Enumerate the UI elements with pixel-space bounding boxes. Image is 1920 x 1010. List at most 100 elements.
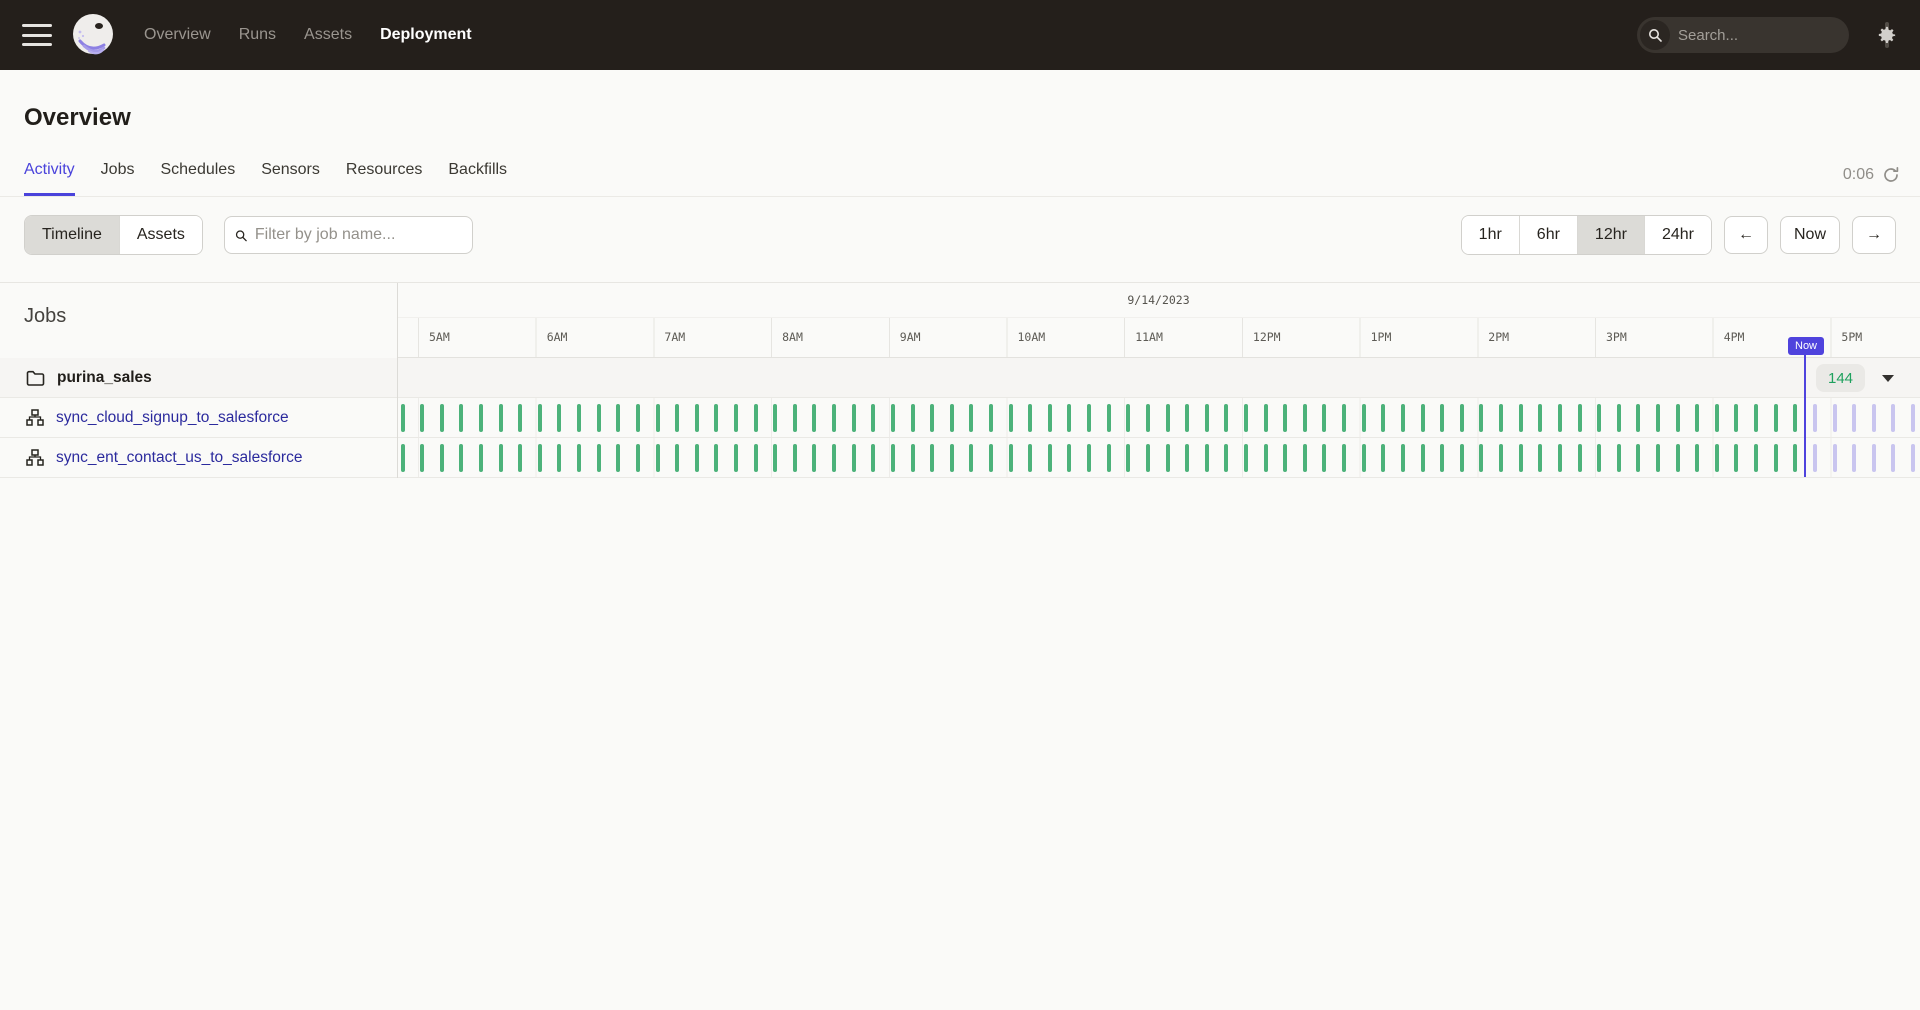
run-tick-success[interactable] bbox=[793, 404, 797, 432]
dagster-logo-icon[interactable] bbox=[70, 12, 116, 58]
run-tick-success[interactable] bbox=[1342, 404, 1346, 432]
run-tick-success[interactable] bbox=[714, 444, 718, 472]
run-tick-scheduled[interactable] bbox=[1911, 404, 1915, 432]
run-tick-success[interactable] bbox=[636, 444, 640, 472]
run-tick-success[interactable] bbox=[675, 404, 679, 432]
refresh-icon[interactable] bbox=[1882, 166, 1900, 184]
run-tick-success[interactable] bbox=[1676, 404, 1680, 432]
job-group-row[interactable]: purina_sales 144 bbox=[0, 358, 1920, 398]
run-tick-success[interactable] bbox=[1126, 444, 1130, 472]
run-tick-success[interactable] bbox=[1538, 444, 1542, 472]
run-tick-success[interactable] bbox=[1205, 404, 1209, 432]
run-tick-scheduled[interactable] bbox=[1852, 404, 1856, 432]
run-tick-success[interactable] bbox=[1774, 444, 1778, 472]
tab-activity[interactable]: Activity bbox=[24, 161, 75, 196]
run-tick-success[interactable] bbox=[989, 404, 993, 432]
run-tick-success[interactable] bbox=[1754, 404, 1758, 432]
run-tick-success[interactable] bbox=[1597, 404, 1601, 432]
run-tick-success[interactable] bbox=[1656, 444, 1660, 472]
run-tick-success[interactable] bbox=[577, 404, 581, 432]
run-tick-scheduled[interactable] bbox=[1891, 444, 1895, 472]
run-tick-success[interactable] bbox=[1421, 444, 1425, 472]
run-tick-success[interactable] bbox=[989, 444, 993, 472]
run-tick-success[interactable] bbox=[969, 404, 973, 432]
range-24hr-button[interactable]: 24hr bbox=[1644, 216, 1711, 254]
run-tick-success[interactable] bbox=[1695, 404, 1699, 432]
run-tick-success[interactable] bbox=[950, 444, 954, 472]
run-tick-success[interactable] bbox=[1460, 404, 1464, 432]
run-tick-success[interactable] bbox=[812, 444, 816, 472]
run-tick-success[interactable] bbox=[1303, 444, 1307, 472]
run-tick-success[interactable] bbox=[1107, 404, 1111, 432]
run-tick-success[interactable] bbox=[1048, 444, 1052, 472]
run-tick-success[interactable] bbox=[1597, 444, 1601, 472]
run-tick-success[interactable] bbox=[479, 444, 483, 472]
range-1hr-button[interactable]: 1hr bbox=[1462, 216, 1519, 254]
run-tick-success[interactable] bbox=[1558, 404, 1562, 432]
run-tick-success[interactable] bbox=[420, 444, 424, 472]
assets-view-button[interactable]: Assets bbox=[119, 216, 202, 254]
run-tick-success[interactable] bbox=[1440, 404, 1444, 432]
run-tick-success[interactable] bbox=[1636, 404, 1640, 432]
tab-schedules[interactable]: Schedules bbox=[160, 161, 235, 196]
gear-icon[interactable] bbox=[1875, 24, 1898, 47]
run-tick-success[interactable] bbox=[675, 444, 679, 472]
tab-resources[interactable]: Resources bbox=[346, 161, 422, 196]
run-tick-success[interactable] bbox=[695, 404, 699, 432]
run-tick-success[interactable] bbox=[1617, 444, 1621, 472]
run-tick-success[interactable] bbox=[1185, 404, 1189, 432]
run-tick-success[interactable] bbox=[1460, 444, 1464, 472]
run-tick-success[interactable] bbox=[1538, 404, 1542, 432]
run-tick-success[interactable] bbox=[1578, 404, 1582, 432]
run-tick-success[interactable] bbox=[950, 404, 954, 432]
run-tick-success[interactable] bbox=[1322, 404, 1326, 432]
job-link[interactable]: sync_cloud_signup_to_salesforce bbox=[56, 409, 289, 427]
run-tick-success[interactable] bbox=[597, 404, 601, 432]
tab-jobs[interactable]: Jobs bbox=[101, 161, 135, 196]
run-tick-success[interactable] bbox=[1734, 404, 1738, 432]
run-tick-success[interactable] bbox=[538, 404, 542, 432]
run-tick-success[interactable] bbox=[891, 444, 895, 472]
run-tick-success[interactable] bbox=[871, 404, 875, 432]
run-tick-success[interactable] bbox=[1146, 404, 1150, 432]
tab-backfills[interactable]: Backfills bbox=[448, 161, 507, 196]
run-tick-success[interactable] bbox=[1734, 444, 1738, 472]
run-tick-success[interactable] bbox=[695, 444, 699, 472]
run-tick-success[interactable] bbox=[1028, 444, 1032, 472]
run-tick-success[interactable] bbox=[1421, 404, 1425, 432]
run-tick-success[interactable] bbox=[1479, 444, 1483, 472]
hamburger-menu-icon[interactable] bbox=[22, 24, 52, 46]
run-tick-success[interactable] bbox=[754, 404, 758, 432]
run-tick-scheduled[interactable] bbox=[1852, 444, 1856, 472]
run-tick-success[interactable] bbox=[1362, 444, 1366, 472]
run-tick-success[interactable] bbox=[401, 404, 405, 432]
run-tick-success[interactable] bbox=[1715, 404, 1719, 432]
run-tick-success[interactable] bbox=[1028, 404, 1032, 432]
run-tick-success[interactable] bbox=[1087, 444, 1091, 472]
run-tick-success[interactable] bbox=[930, 404, 934, 432]
run-tick-success[interactable] bbox=[1617, 404, 1621, 432]
run-tick-success[interactable] bbox=[891, 404, 895, 432]
run-tick-success[interactable] bbox=[1009, 444, 1013, 472]
run-tick-scheduled[interactable] bbox=[1813, 444, 1817, 472]
run-tick-success[interactable] bbox=[1048, 404, 1052, 432]
run-tick-success[interactable] bbox=[754, 444, 758, 472]
global-search[interactable]: / bbox=[1637, 17, 1849, 53]
run-tick-success[interactable] bbox=[1322, 444, 1326, 472]
run-tick-success[interactable] bbox=[1283, 444, 1287, 472]
run-tick-success[interactable] bbox=[557, 404, 561, 432]
run-tick-success[interactable] bbox=[1754, 444, 1758, 472]
run-tick-success[interactable] bbox=[636, 404, 640, 432]
run-tick-success[interactable] bbox=[499, 404, 503, 432]
run-tick-success[interactable] bbox=[1499, 404, 1503, 432]
run-tick-success[interactable] bbox=[499, 444, 503, 472]
run-tick-success[interactable] bbox=[1558, 444, 1562, 472]
run-tick-scheduled[interactable] bbox=[1833, 404, 1837, 432]
jump-to-now-button[interactable]: Now bbox=[1780, 216, 1840, 254]
run-tick-success[interactable] bbox=[1283, 404, 1287, 432]
run-tick-success[interactable] bbox=[1695, 444, 1699, 472]
run-tick-success[interactable] bbox=[1636, 444, 1640, 472]
run-tick-success[interactable] bbox=[1205, 444, 1209, 472]
run-tick-success[interactable] bbox=[773, 404, 777, 432]
run-tick-success[interactable] bbox=[1519, 444, 1523, 472]
